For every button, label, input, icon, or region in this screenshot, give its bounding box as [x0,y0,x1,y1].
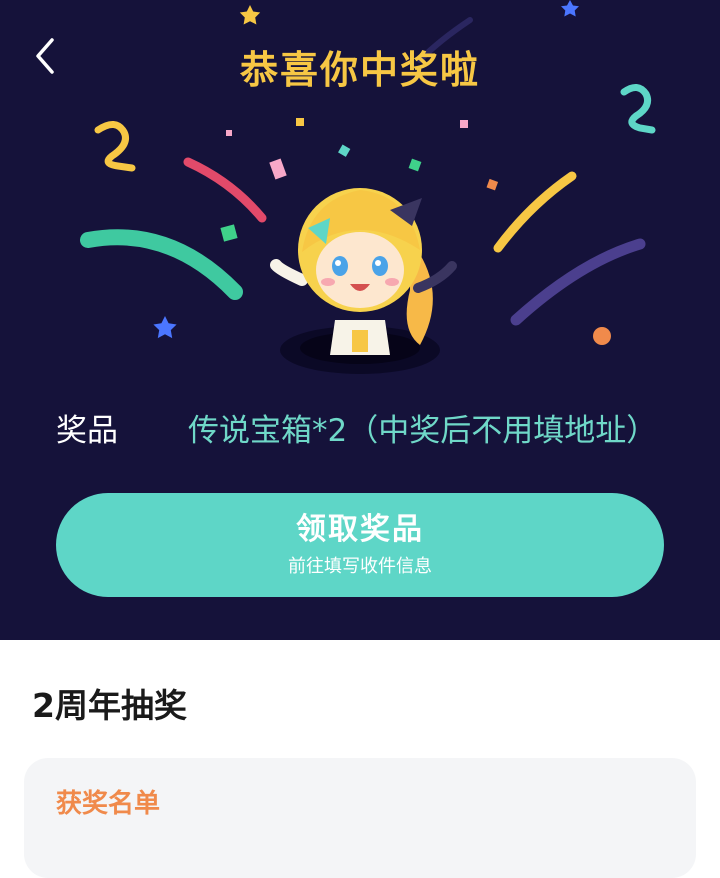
claim-button-label: 领取奖品 [296,512,424,547]
section-title: 2周年抽奖 [32,686,187,725]
prize-label: 奖品 [56,412,118,449]
winners-card-title: 获奖名单 [56,789,161,819]
claim-button-sublabel: 前往填写收件信息 [288,556,432,577]
prize-row: 奖品 传说宝箱*2（中奖后不用填地址） [56,402,696,452]
page-title: 恭喜你中奖啦 [239,48,480,92]
prize-value: 传说宝箱*2（中奖后不用填地址） [188,412,658,449]
mascot-illustration [270,188,457,374]
hero-banner: 恭喜你中奖啦 奖品 传说宝箱*2（中奖后不用填地址） 领取奖品 前往填写收件信息 [0,0,720,640]
claim-prize-button[interactable]: 领取奖品 前往填写收件信息 [56,493,664,597]
winners-card[interactable]: 获奖名单 [24,758,696,878]
